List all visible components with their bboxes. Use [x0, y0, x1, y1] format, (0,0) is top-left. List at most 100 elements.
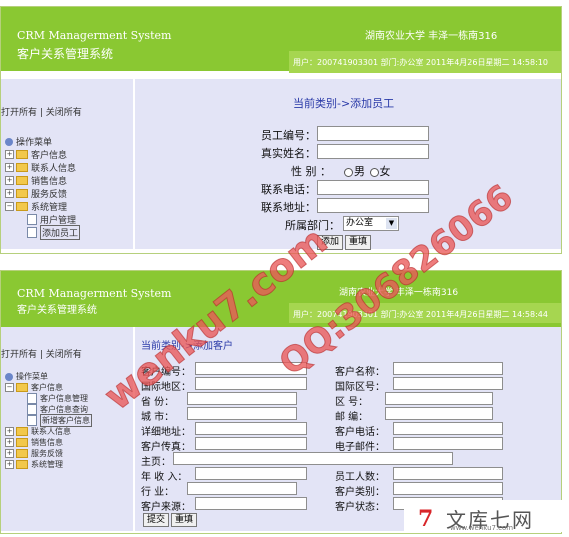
expand-icon[interactable]: +	[5, 163, 14, 172]
site-logo: 7 文库七网 www.wenku7.com	[404, 500, 562, 532]
folder-icon	[16, 163, 28, 172]
gender-radio-group: 男 女	[343, 163, 391, 179]
expand-icon[interactable]: +	[5, 460, 14, 469]
tree-item-feedback[interactable]: + 服务反馈	[5, 187, 80, 200]
reset-button[interactable]: 重填	[345, 235, 371, 250]
address-input[interactable]	[317, 198, 429, 213]
school-address: 湖南农业大学 丰泽一栋南316	[365, 31, 498, 42]
label-real-name: 真实姓名：	[261, 147, 316, 160]
user-info-text: 用户：200741903301 部门:办公室 2011年4月26日星期二 14:…	[293, 58, 548, 67]
brand-title-en: CRM Managerment System	[17, 29, 172, 42]
address-input[interactable]	[195, 422, 307, 435]
industry-input[interactable]	[187, 482, 297, 495]
collapse-icon[interactable]: −	[5, 202, 14, 211]
label-staff: 员工人数：	[335, 472, 385, 483]
label-emp-id: 员工编号：	[261, 129, 316, 142]
phone-input[interactable]	[393, 422, 503, 435]
real-name-input[interactable]	[317, 144, 429, 159]
label-status: 客户状态：	[335, 502, 385, 513]
expand-icon[interactable]: +	[5, 449, 14, 458]
revenue-input[interactable]	[195, 467, 307, 480]
page-icon	[27, 415, 37, 426]
label-city: 城 市：	[141, 412, 175, 423]
folder-open-icon	[16, 383, 28, 392]
brand-title-cn: 客户关系管理系统	[17, 305, 97, 316]
tree-item-customer[interactable]: + 客户信息	[5, 148, 80, 161]
dept-select[interactable]: 办公室 ▼	[343, 216, 399, 231]
tree-item-customer[interactable]: − 客户信息	[5, 382, 92, 393]
tree-root[interactable]: 操作菜单	[5, 371, 92, 382]
menu-tree: 操作菜单 + 客户信息 + 联系人信息 + 销售信息 + 服务反馈 − 系统管理 用户管理…	[5, 135, 81, 240]
expand-icon[interactable]: +	[5, 176, 14, 185]
email-input[interactable]	[393, 437, 503, 450]
category-input[interactable]	[393, 482, 503, 495]
tree-item-contacts[interactable]: + 联系人信息	[5, 426, 92, 437]
brand-title-cn: 客户关系管理系统	[17, 47, 114, 61]
area-code-input[interactable]	[385, 392, 493, 405]
tree-item-contacts[interactable]: + 联系人信息	[5, 161, 80, 174]
tree-root[interactable]: 操作菜单	[5, 135, 80, 148]
submit-button[interactable]: 提交	[143, 513, 169, 527]
expand-icon[interactable]: +	[5, 427, 14, 436]
tree-sub-customer-manage[interactable]: 客户信息管理	[5, 393, 92, 404]
label-cust-name: 客户名称：	[335, 367, 385, 378]
expand-icon[interactable]: +	[5, 150, 14, 159]
fax-input[interactable]	[195, 437, 307, 450]
reset-button[interactable]: 重填	[171, 513, 197, 527]
sidebar: 打开所有 | 关闭所有 操作菜单 + 客户信息 + 联系人信息 + 销售信息 + 服务反…	[1, 79, 133, 249]
logo-mark: 7	[418, 506, 434, 532]
logo-sub: www.wenku7.com	[450, 524, 514, 532]
radio-female[interactable]	[369, 167, 379, 177]
folder-icon	[16, 176, 28, 185]
page-icon	[27, 214, 37, 225]
tree-sub-add-employee[interactable]: 添加员工	[5, 225, 81, 240]
source-input[interactable]	[195, 497, 307, 510]
label-fax: 客户传真：	[141, 442, 191, 453]
menu-icon	[5, 137, 13, 146]
folder-icon	[16, 449, 28, 458]
expand-icon[interactable]: +	[5, 438, 14, 447]
folder-open-icon	[16, 202, 28, 211]
cust-name-input[interactable]	[393, 362, 503, 375]
menu-icon	[5, 372, 13, 381]
breadcrumb: 当前类别->添加员工	[293, 97, 395, 110]
label-revenue: 年 收 入：	[141, 472, 188, 483]
panel-add-customer: CRM Managerment System 客户关系管理系统 湖南农业大学 丰…	[0, 270, 562, 534]
tree-item-system[interactable]: − 系统管理	[5, 200, 80, 213]
phone-input[interactable]	[317, 180, 429, 195]
label-industry: 行 业：	[141, 487, 175, 498]
tree-item-sales[interactable]: + 销售信息	[5, 437, 92, 448]
expand-icon[interactable]: +	[5, 189, 14, 198]
label-zip: 邮 编：	[335, 412, 369, 423]
label-phone: 客户电话：	[335, 427, 385, 438]
brand-title-en: CRM Managerment System	[17, 287, 172, 300]
radio-male[interactable]	[344, 167, 353, 177]
label-category: 客户类别：	[335, 487, 385, 498]
folder-icon	[16, 460, 28, 469]
homepage-input[interactable]	[173, 452, 453, 465]
expand-collapse-links[interactable]: 打开所有 | 关闭所有	[1, 105, 82, 118]
staff-input[interactable]	[393, 467, 503, 480]
label-email: 电子邮件：	[335, 442, 385, 453]
label-source: 客户来源：	[141, 502, 191, 513]
zip-input[interactable]	[385, 407, 493, 420]
tree-sub-add-customer[interactable]: 新增客户信息	[5, 414, 92, 427]
province-input[interactable]	[187, 392, 297, 405]
collapse-icon[interactable]: −	[5, 383, 14, 392]
emp-id-input[interactable]	[317, 126, 429, 141]
menu-tree: 操作菜单 − 客户信息 客户信息管理 客户信息查询 新增客户信息 + 联系人信息 +…	[5, 371, 92, 470]
label-area-code: 区 号：	[335, 397, 369, 408]
city-input[interactable]	[187, 407, 297, 420]
country-code-input[interactable]	[393, 377, 503, 390]
country-input[interactable]	[195, 377, 307, 390]
tree-item-sales[interactable]: + 销售信息	[5, 174, 80, 187]
tree-item-feedback[interactable]: + 服务反馈	[5, 448, 92, 459]
label-country-code: 国际区号：	[335, 382, 385, 393]
expand-collapse-links[interactable]: 打开所有 | 关闭所有	[1, 347, 82, 360]
page-icon	[27, 227, 37, 238]
user-info-bar: 用户：200741903301 部门:办公室 2011年4月26日星期二 14:…	[289, 51, 561, 73]
folder-icon	[16, 427, 28, 436]
tree-item-system[interactable]: + 系统管理	[5, 459, 92, 470]
label-address: 联系地址：	[261, 201, 316, 214]
folder-icon	[16, 150, 28, 159]
